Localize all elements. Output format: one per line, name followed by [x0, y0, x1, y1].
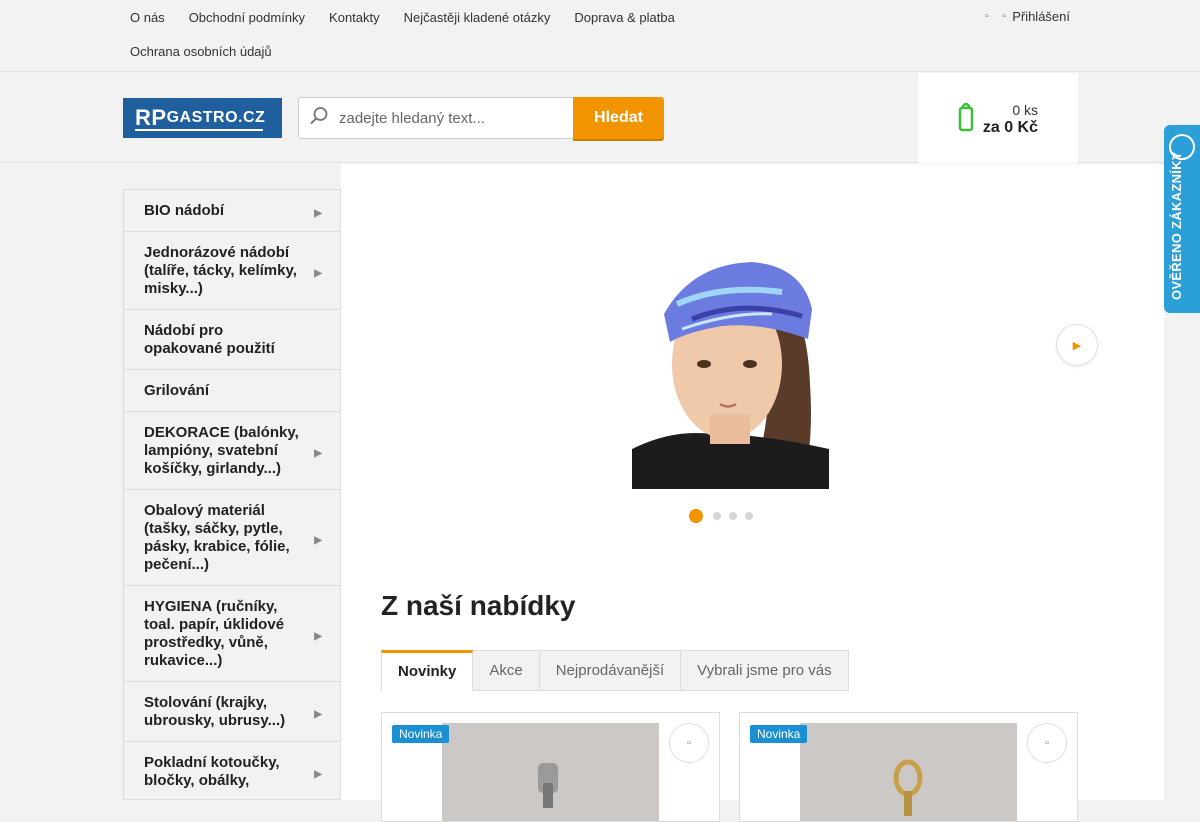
logo-underline	[135, 129, 263, 131]
slider-dot-4[interactable]	[745, 512, 753, 520]
header: RP GASTRO.CZ Hledat 0 ks za 0 Kč	[0, 73, 1200, 163]
cart-quantity: 0 ks	[1012, 102, 1038, 118]
top-nav-link-kontakty[interactable]: Kontakty	[317, 0, 392, 35]
login-area: ▫ ▫ Přihlášení	[985, 9, 1070, 24]
chevron-right-icon: ▶	[314, 630, 322, 642]
logo-text-small: GASTRO.CZ	[166, 109, 266, 126]
tab-akce[interactable]: Akce	[473, 650, 540, 691]
sidebar-item-label: HYGIENA (ručníky, toal. papír, úklidové …	[144, 598, 285, 669]
user-icon: ▫	[1002, 11, 1007, 22]
search-input[interactable]	[339, 109, 559, 127]
slider-dot-1[interactable]	[689, 509, 703, 523]
heart-icon: ▫	[687, 737, 691, 749]
login-link[interactable]: ▫ Přihlášení	[1003, 9, 1070, 24]
sidebar-item-label: Stolování (krajky, ubrousky, ubrusy...)	[144, 694, 286, 729]
sidebar-item-label: Jednorázové nádobí (talíře, tácky, kelím…	[144, 244, 297, 297]
sidebar-item-opakovane-pouziti[interactable]: Nádobí pro opakované použití	[124, 310, 340, 370]
tab-nejprodavanejsi[interactable]: Nejprodávanější	[539, 650, 682, 691]
verified-customers-badge[interactable]: OVĚŘENO ZÁKAZNÍKY	[1164, 125, 1200, 313]
logo-text-big: RP	[135, 105, 167, 130]
small-square-icon: ▫	[985, 11, 989, 22]
sidebar-item-label: DEKORACE (balónky, lampióny, svatební ko…	[144, 424, 299, 477]
sidebar-item-hygiena[interactable]: HYGIENA (ručníky, toal. papír, úklidové …	[124, 586, 340, 682]
sidebar-item-dekorace[interactable]: DEKORACE (balónky, lampióny, svatební ko…	[124, 412, 340, 490]
chevron-right-icon: ▶	[314, 207, 322, 219]
cart-icon	[956, 98, 976, 138]
verified-badge-text: OVĚŘENO ZÁKAZNÍKY	[1169, 151, 1184, 300]
sidebar-item-stolovani[interactable]: Stolování (krajky, ubrousky, ubrusy...) ▶	[124, 682, 340, 742]
offer-tabs: Novinky Akce Nejprodávanější Vybrali jsm…	[381, 650, 849, 691]
site-logo[interactable]: RP GASTRO.CZ	[123, 98, 282, 138]
top-nav-link-doprava[interactable]: Doprava & platba	[562, 0, 686, 35]
top-nav: O nás Obchodní podmínky Kontakty Nejčastěji…	[118, 0, 818, 69]
product-card[interactable]: Novinka ▫	[381, 712, 720, 822]
login-label: Přihlášení	[1012, 9, 1070, 24]
sidebar-item-label: Grilování	[144, 382, 210, 399]
product-image[interactable]	[442, 723, 659, 821]
chevron-right-icon: ▶	[314, 534, 322, 546]
product-card[interactable]: Novinka ▫	[739, 712, 1078, 822]
chevron-right-icon: ▶	[314, 708, 322, 720]
slider-dot-3[interactable]	[729, 512, 737, 520]
search-box	[298, 97, 574, 139]
novinka-badge: Novinka	[392, 725, 450, 743]
chevron-right-icon: ▶	[314, 447, 322, 459]
wishlist-button[interactable]: ▫	[1027, 723, 1067, 763]
offer-section-title: Z naší nabídky	[381, 590, 576, 621]
chevron-right-icon: ▶	[314, 267, 322, 279]
magnifier-icon	[299, 106, 339, 131]
tab-vybrali-jsme-pro-vas[interactable]: Vybrali jsme pro vás	[681, 650, 849, 691]
heart-icon: ▫	[1045, 737, 1049, 749]
chevron-right-icon: ▶	[1072, 339, 1082, 352]
wishlist-button[interactable]: ▫	[669, 723, 709, 763]
slider-dot-2[interactable]	[713, 512, 721, 520]
top-nav-link-ochrana[interactable]: Ochrana osobních údajů	[118, 35, 284, 69]
tab-novinky[interactable]: Novinky	[381, 650, 474, 691]
sidebar-item-label: BIO nádobí	[144, 202, 224, 219]
sidebar-item-label: Pokladní kotoučky, bločky, obálky,	[144, 754, 280, 789]
sidebar-item-grilovani[interactable]: Grilování	[124, 370, 340, 412]
sidebar-item-jednorazove-nadobi[interactable]: Jednorázové nádobí (talíře, tácky, kelím…	[124, 232, 340, 310]
sidebar-item-pokladni-kotoucky[interactable]: Pokladní kotoučky, bločky, obálky, ▶	[124, 742, 340, 799]
cart-price: za 0 Kč	[982, 119, 1038, 136]
chevron-right-icon: ▶	[314, 768, 322, 780]
search-button[interactable]: Hledat	[573, 97, 664, 139]
top-nav-link-obchodni-podminky[interactable]: Obchodní podmínky	[177, 0, 317, 35]
category-sidebar: BIO nádobí ▶ Jednorázové nádobí (talíře, …	[123, 189, 341, 800]
product-image[interactable]	[800, 723, 1017, 821]
sidebar-item-label: Nádobí pro opakované použití	[144, 322, 275, 357]
slider-image-headband[interactable]	[632, 244, 829, 489]
top-bar: O nás Obchodní podmínky Kontakty Nejčastěji…	[0, 0, 1200, 72]
top-nav-link-faq[interactable]: Nejčastěji kladené otázky	[392, 0, 563, 35]
sidebar-item-label: Obalový materiál (tašky, sáčky, pytle, p…	[144, 502, 290, 573]
slider-dots	[689, 509, 753, 523]
top-nav-link-o-nas[interactable]: O nás	[118, 0, 177, 35]
sidebar-item-bio-nadobi[interactable]: BIO nádobí ▶	[124, 190, 340, 232]
sidebar-item-obalovy-material[interactable]: Obalový materiál (tašky, sáčky, pytle, p…	[124, 490, 340, 586]
slider-next-button[interactable]: ▶	[1056, 324, 1098, 366]
cart-widget[interactable]: 0 ks za 0 Kč	[918, 73, 1078, 163]
novinka-badge: Novinka	[750, 725, 808, 743]
